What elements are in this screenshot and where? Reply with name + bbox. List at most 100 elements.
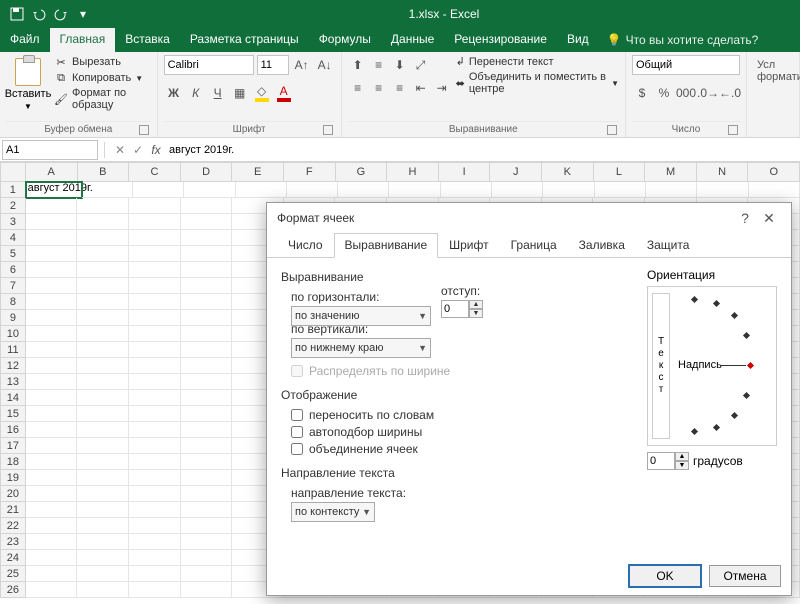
cell[interactable] bbox=[129, 486, 181, 502]
cell[interactable] bbox=[389, 182, 440, 198]
row-header[interactable]: 8 bbox=[0, 294, 26, 310]
dialog-help-icon[interactable]: ? bbox=[733, 210, 757, 226]
cell[interactable] bbox=[181, 214, 233, 230]
cell[interactable] bbox=[26, 198, 78, 214]
font-name-combo[interactable] bbox=[164, 55, 254, 75]
cell[interactable] bbox=[26, 278, 78, 294]
decrease-decimal-icon[interactable]: ←.0 bbox=[720, 83, 740, 103]
cell[interactable] bbox=[77, 582, 129, 598]
cell[interactable] bbox=[181, 566, 233, 582]
cell[interactable] bbox=[181, 534, 233, 550]
cell[interactable] bbox=[181, 278, 233, 294]
cell[interactable] bbox=[77, 454, 129, 470]
row-header[interactable]: 4 bbox=[0, 230, 26, 246]
cell[interactable] bbox=[26, 326, 78, 342]
comma-format-icon[interactable]: 000 bbox=[676, 83, 696, 103]
cell[interactable] bbox=[287, 182, 338, 198]
cell[interactable] bbox=[77, 326, 129, 342]
cell[interactable] bbox=[26, 550, 78, 566]
cell[interactable] bbox=[129, 358, 181, 374]
cell[interactable] bbox=[26, 262, 78, 278]
cell[interactable] bbox=[77, 566, 129, 582]
column-header[interactable]: H bbox=[387, 162, 439, 182]
cell[interactable] bbox=[129, 230, 181, 246]
cell[interactable] bbox=[26, 582, 78, 598]
align-center-icon[interactable]: ≡ bbox=[369, 78, 389, 98]
cell[interactable] bbox=[181, 198, 233, 214]
cell[interactable] bbox=[181, 406, 233, 422]
row-header[interactable]: 20 bbox=[0, 486, 26, 502]
cell[interactable] bbox=[697, 182, 748, 198]
font-color-button[interactable]: A bbox=[274, 83, 294, 103]
copy-button[interactable]: ⧉Копировать▼ bbox=[54, 71, 151, 85]
cell[interactable] bbox=[77, 342, 129, 358]
cell[interactable] bbox=[77, 294, 129, 310]
column-header[interactable]: K bbox=[542, 162, 594, 182]
underline-button[interactable]: Ч bbox=[208, 83, 228, 103]
cell[interactable] bbox=[26, 518, 78, 534]
cell[interactable] bbox=[26, 502, 78, 518]
cell[interactable] bbox=[77, 550, 129, 566]
spinner-down-icon[interactable]: ▼ bbox=[675, 461, 689, 470]
column-header[interactable]: C bbox=[129, 162, 181, 182]
cell[interactable] bbox=[77, 262, 129, 278]
cell[interactable] bbox=[129, 566, 181, 582]
undo-icon[interactable] bbox=[28, 3, 50, 25]
increase-decimal-icon[interactable]: .0→ bbox=[698, 83, 718, 103]
cell[interactable] bbox=[181, 310, 233, 326]
cell[interactable] bbox=[129, 294, 181, 310]
font-dialog-launcher[interactable] bbox=[323, 125, 333, 135]
cell[interactable] bbox=[181, 262, 233, 278]
column-header[interactable]: D bbox=[181, 162, 233, 182]
cell[interactable] bbox=[77, 358, 129, 374]
select-all-triangle[interactable] bbox=[0, 162, 26, 182]
cell[interactable] bbox=[181, 230, 233, 246]
cell[interactable] bbox=[26, 230, 78, 246]
name-box[interactable] bbox=[2, 140, 98, 160]
column-header[interactable]: N bbox=[697, 162, 749, 182]
cell[interactable] bbox=[129, 470, 181, 486]
cell[interactable] bbox=[181, 470, 233, 486]
qat-customize-icon[interactable]: ▾ bbox=[72, 3, 94, 25]
cell[interactable] bbox=[26, 214, 78, 230]
v-align-combo[interactable]: по нижнему краю▼ bbox=[291, 338, 431, 358]
bold-button[interactable]: Ж bbox=[164, 83, 184, 103]
row-header[interactable]: 21 bbox=[0, 502, 26, 518]
tab-insert[interactable]: Вставка bbox=[115, 28, 180, 52]
cell[interactable] bbox=[129, 246, 181, 262]
cell[interactable] bbox=[749, 182, 800, 198]
row-header[interactable]: 12 bbox=[0, 358, 26, 374]
align-right-icon[interactable]: ≡ bbox=[390, 78, 410, 98]
wrap-text-button[interactable]: ↲Перенести текст bbox=[456, 55, 619, 68]
cell[interactable] bbox=[338, 182, 389, 198]
row-header[interactable]: 10 bbox=[0, 326, 26, 342]
cell[interactable] bbox=[181, 374, 233, 390]
insert-function-icon[interactable]: fx bbox=[147, 143, 165, 157]
cancel-formula-icon[interactable]: ✕ bbox=[111, 143, 129, 157]
dlg-tab-protection[interactable]: Защита bbox=[636, 233, 701, 257]
cell[interactable] bbox=[77, 438, 129, 454]
accounting-format-icon[interactable]: $ bbox=[632, 83, 652, 103]
redo-icon[interactable] bbox=[50, 3, 72, 25]
row-header[interactable]: 9 bbox=[0, 310, 26, 326]
column-header[interactable]: F bbox=[284, 162, 336, 182]
row-header[interactable]: 15 bbox=[0, 406, 26, 422]
cell[interactable] bbox=[26, 566, 78, 582]
fill-color-button[interactable]: ◇ bbox=[252, 83, 272, 103]
format-painter-button[interactable]: 🖌Формат по образцу bbox=[54, 87, 151, 111]
cell[interactable] bbox=[129, 518, 181, 534]
cell[interactable] bbox=[129, 502, 181, 518]
cell[interactable] bbox=[129, 390, 181, 406]
cell[interactable] bbox=[181, 438, 233, 454]
clipboard-dialog-launcher[interactable] bbox=[139, 125, 149, 135]
cell[interactable] bbox=[77, 422, 129, 438]
cell[interactable] bbox=[26, 246, 78, 262]
cell[interactable] bbox=[26, 454, 78, 470]
cell[interactable] bbox=[26, 358, 78, 374]
spinner-down-icon[interactable]: ▼ bbox=[469, 309, 483, 318]
orientation-control[interactable]: Текст Надпись bbox=[647, 286, 777, 446]
cell[interactable] bbox=[181, 582, 233, 598]
cell[interactable] bbox=[26, 374, 78, 390]
tab-review[interactable]: Рецензирование bbox=[444, 28, 557, 52]
column-header[interactable]: A bbox=[26, 162, 78, 182]
